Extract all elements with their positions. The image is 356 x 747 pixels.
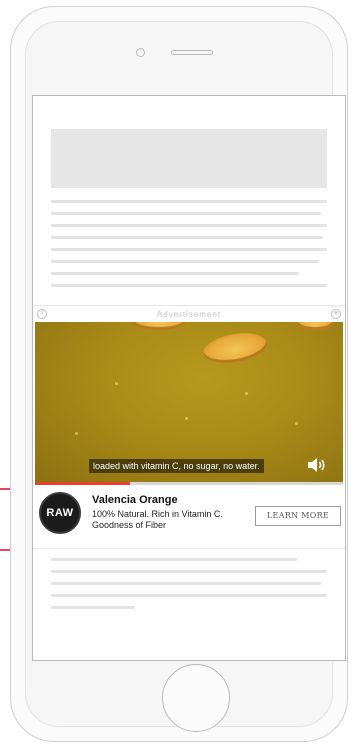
article-text-line [51,594,327,597]
brand-logo[interactable]: RAW [39,492,81,534]
ad-description: 100% Natural. Rich in Vitamin C. Goodnes… [92,509,223,530]
speaker-volume-icon[interactable] [307,457,327,473]
ad-header: i Advertisement × [33,305,345,322]
video-progress-fill [35,482,131,485]
article-text-line [51,212,321,215]
close-icon[interactable]: × [331,309,341,319]
video-progress-bar[interactable] [35,482,343,485]
brand-logo-text: RAW [46,507,74,519]
front-camera [136,48,145,57]
learn-more-button[interactable]: LEARN MORE [255,506,341,526]
article-text-line [51,260,319,263]
advertisement-label: Advertisement [156,310,222,319]
bubble [75,432,78,435]
ad-video[interactable]: loaded with vitamin C, no sugar, no wate… [35,322,343,482]
phone-screen: i Advertisement × loaded with vitamin C,… [32,95,346,661]
article-text-line [51,606,135,609]
article-text-line [51,224,327,227]
orange-slice-image [133,322,185,330]
ad-title[interactable]: Valencia Orange [92,494,178,506]
article-text-line [51,236,323,239]
article-text-line [51,582,321,585]
home-button[interactable] [162,664,230,732]
bubble [115,382,118,385]
article-text-line [51,272,299,275]
article-text-line [51,570,327,573]
bubble [245,392,248,395]
bubble [295,422,298,425]
article-image-placeholder [51,129,327,188]
article-text-line [51,284,327,287]
bubble [185,417,188,420]
ad-divider [33,548,345,549]
article-text-line [51,248,327,251]
earpiece-speaker [171,50,213,55]
article-text-line [51,200,327,203]
orange-slice-image [201,328,269,368]
annotation-marker [0,488,10,490]
article-text-line [51,558,297,561]
annotation-marker [0,549,10,551]
orange-slice-image [297,322,333,330]
video-caption: loaded with vitamin C, no sugar, no wate… [89,459,264,473]
